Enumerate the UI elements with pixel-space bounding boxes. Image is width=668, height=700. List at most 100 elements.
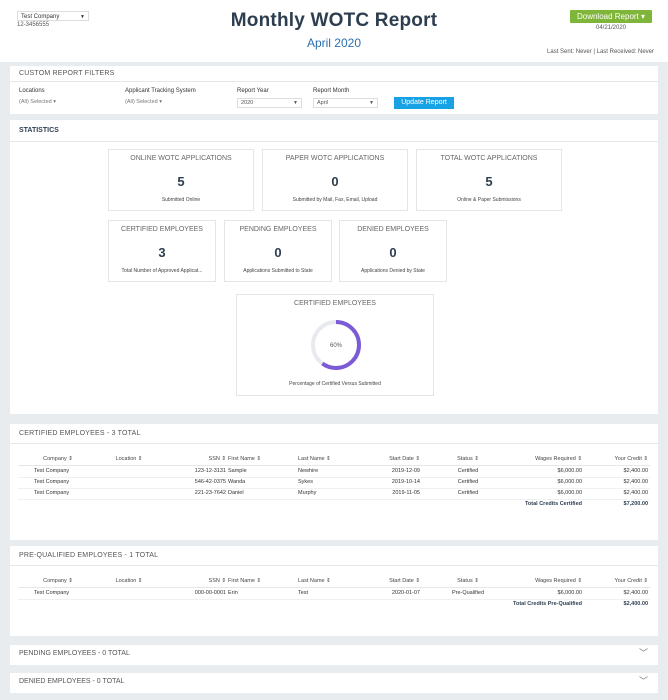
sort-header-last-name[interactable]: Last Name ⇕: [298, 576, 356, 587]
statistics-title: STATISTICS: [19, 127, 59, 134]
stat-card-value: 0: [389, 245, 397, 260]
table-total-row: Total Credits Certified $7,200.00: [18, 499, 650, 510]
last-sent-status: Last Sent: Never | Last Received: Never: [547, 49, 654, 55]
sort-header-company[interactable]: Company ⇕: [28, 454, 88, 465]
cell-wages-required: $6,000.00: [557, 468, 582, 474]
stat-card-total: TOTAL WOTC APPLICATIONS 5 Online & Paper…: [416, 149, 562, 211]
donut-label: 60%: [330, 343, 343, 349]
locations-select[interactable]: (All) Selected ▾: [19, 98, 56, 107]
chevron-down-icon[interactable]: ﹀: [639, 646, 648, 659]
stat-card-value: 3: [158, 245, 166, 260]
stat-card-paper: PAPER WOTC APPLICATIONS 0 Submitted by M…: [262, 149, 408, 211]
page-subtitle: April 2020: [306, 36, 362, 50]
cell-last-name: Sykes: [298, 479, 313, 485]
sort-header-wages-required[interactable]: Wages Required ⇕: [498, 454, 582, 465]
statistics-divider: [10, 141, 658, 142]
ats-label: Applicant Tracking System: [125, 88, 196, 94]
sort-header-wages-required[interactable]: Wages Required ⇕: [498, 576, 582, 587]
cell-your-credit: $2,400.00: [623, 590, 648, 596]
sort-header-start-date[interactable]: Start Date ⇕: [358, 454, 420, 465]
sort-header-location[interactable]: Location ⇕: [98, 454, 160, 465]
sort-header-status[interactable]: Status ⇕: [438, 576, 498, 587]
pending-title: PENDING EMPLOYEES - 0 TOTAL: [19, 650, 130, 657]
chevron-down-icon[interactable]: ﹀: [639, 674, 648, 687]
report-year-select[interactable]: 2020 ▼: [237, 98, 302, 108]
update-report-button[interactable]: Update Report: [394, 97, 454, 109]
cell-your-credit: $2,400.00: [623, 468, 648, 474]
cell-status: Certified: [457, 468, 479, 474]
total-value: $7,200.00: [623, 501, 648, 507]
report-month-select[interactable]: April ▼: [313, 98, 378, 108]
sort-header-your-credit[interactable]: Your Credit ⇕: [588, 454, 648, 465]
ats-select-value: (All) Selected: [125, 99, 158, 105]
prequalified-employees-panel: PRE-QUALIFIED EMPLOYEES - 1 TOTAL Compan…: [10, 546, 658, 636]
cell-your-credit: $2,400.00: [623, 479, 648, 485]
cell-your-credit: $2,400.00: [623, 490, 648, 496]
cell-first-name: Wanda: [228, 479, 246, 485]
page-title: Monthly WOTC Report: [230, 10, 438, 31]
cell-wages-required: $6,000.00: [557, 490, 582, 496]
stat-card-pending: PENDING EMPLOYEES 0 Applications Submitt…: [224, 220, 332, 282]
cell-company: Test Company: [34, 479, 70, 485]
report-month-label: Report Month: [313, 88, 350, 94]
cell-ssn: 123-12-3131: [194, 468, 226, 474]
stat-card-value: 5: [485, 174, 493, 189]
sort-header-ssn[interactable]: SSN ⇕: [168, 576, 226, 587]
table-total-row: Total Credits Pre-Qualified $2,400.00: [18, 599, 650, 610]
sort-header-last-name[interactable]: Last Name ⇕: [298, 454, 356, 465]
download-date: 04/21/2020: [595, 25, 627, 31]
stat-card-value: 0: [331, 174, 339, 189]
table-header-row: Company ⇕ Location ⇕ SSN ⇕ First Name ⇕ Last…: [18, 454, 650, 466]
sort-header-first-name[interactable]: First Name ⇕: [228, 576, 288, 587]
sort-header-location[interactable]: Location ⇕: [98, 576, 160, 587]
report-month-value: April: [317, 100, 329, 106]
stat-card-value: 0: [274, 245, 282, 260]
cell-first-name: Daniel: [228, 490, 244, 496]
certified-divider: [10, 443, 658, 444]
denied-employees-panel[interactable]: DENIED EMPLOYEES - 0 TOTAL ﹀: [10, 673, 658, 693]
custom-report-filters: CUSTOM REPORT FILTERS Locations (All) Se…: [10, 66, 658, 114]
stat-card-title: DENIED EMPLOYEES: [357, 226, 429, 233]
certified-title: CERTIFIED EMPLOYEES - 3 TOTAL: [19, 430, 141, 437]
stat-card-value: 5: [177, 174, 185, 189]
cell-last-name: Murphy: [298, 490, 317, 496]
donut-title: CERTIFIED EMPLOYEES: [294, 300, 376, 307]
sort-header-ssn[interactable]: SSN ⇕: [168, 454, 226, 465]
stat-card-certified: CERTIFIED EMPLOYEES 3 Total Number of Ap…: [108, 220, 216, 282]
cell-wages-required: $6,000.00: [557, 590, 582, 596]
cell-start-date: 2019-11-05: [392, 490, 420, 496]
total-value: $2,400.00: [623, 601, 648, 607]
report-year-label: Report Year: [237, 88, 269, 94]
sort-header-company[interactable]: Company ⇕: [28, 576, 88, 587]
stat-card-title: PENDING EMPLOYEES: [239, 226, 317, 233]
sort-header-status[interactable]: Status ⇕: [438, 454, 498, 465]
total-label: Total Credits Certified: [524, 501, 582, 507]
stat-card-online: ONLINE WOTC APPLICATIONS 5 Submitted Onl…: [108, 149, 254, 211]
caret-down-icon: ▾: [53, 99, 57, 105]
cell-ssn: 000-00-0001: [194, 590, 226, 596]
cell-first-name: Erin: [228, 590, 238, 596]
stat-card-title: PAPER WOTC APPLICATIONS: [285, 155, 385, 162]
ats-select[interactable]: (All) Selected ▾: [125, 98, 162, 107]
filters-title: CUSTOM REPORT FILTERS: [19, 70, 115, 77]
sort-header-start-date[interactable]: Start Date ⇕: [358, 576, 420, 587]
sort-header-your-credit[interactable]: Your Credit ⇕: [588, 576, 648, 587]
stat-card-title: TOTAL WOTC APPLICATIONS: [440, 155, 538, 162]
denied-title: DENIED EMPLOYEES - 0 TOTAL: [19, 678, 125, 685]
caret-down-icon: ▾: [159, 99, 163, 105]
statistics-panel: STATISTICS ONLINE WOTC APPLICATIONS 5 Su…: [10, 120, 658, 414]
sort-header-first-name[interactable]: First Name ⇕: [228, 454, 288, 465]
report-header: Test Company ▼ 12-3456555 Monthly WOTC R…: [0, 0, 668, 62]
certified-donut-chart: 60%: [311, 320, 361, 370]
cell-status: Certified: [457, 479, 479, 485]
cell-status: Pre-Qualified: [451, 590, 485, 596]
total-label: Total Credits Pre-Qualified: [513, 601, 582, 607]
cell-start-date: 2019-10-14: [391, 479, 420, 485]
pending-employees-panel[interactable]: PENDING EMPLOYEES - 0 TOTAL ﹀: [10, 645, 658, 665]
cell-start-date: 2019-12-09: [391, 468, 420, 474]
stat-card-caption: Applications Denied by State: [361, 268, 425, 274]
chevron-down-icon: ▼: [293, 100, 298, 106]
stat-card-caption: Online & Paper Submissions: [457, 197, 521, 203]
cell-company: Test Company: [34, 468, 70, 474]
download-report-button[interactable]: Download Report ▾: [570, 10, 652, 23]
